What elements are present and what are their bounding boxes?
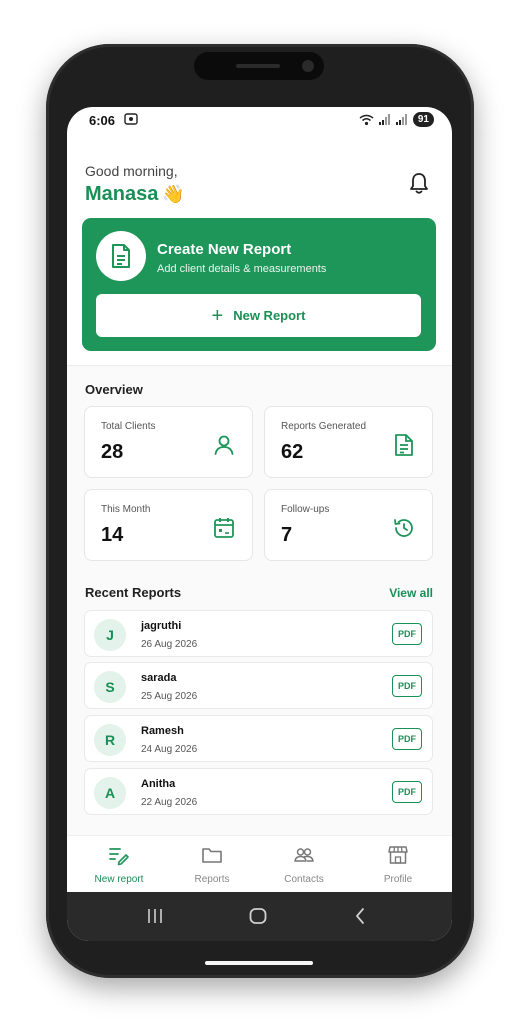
report-row[interactable]: R Ramesh 24 Aug 2026 PDF <box>84 715 433 762</box>
system-navigation-bar <box>67 892 452 941</box>
avatar: A <box>94 777 126 809</box>
report-row[interactable]: J jagruthi 26 Aug 2026 PDF <box>84 610 433 657</box>
home-indicator <box>205 961 313 965</box>
edit-list-icon <box>109 848 129 866</box>
status-bar: 6:06 91 <box>67 107 452 135</box>
stat-label: Follow-ups <box>281 504 330 515</box>
app-screen: 6:06 91 Good morning, Manasa 👋 Create Ne… <box>67 107 452 941</box>
avatar: J <box>94 619 126 651</box>
new-report-button[interactable]: + New Report <box>96 294 421 337</box>
signal-icon <box>378 114 390 125</box>
pdf-button[interactable]: PDF <box>392 623 422 645</box>
report-date: 24 Aug 2026 <box>141 744 198 755</box>
report-client-name: Anitha <box>141 778 176 790</box>
section-divider <box>67 365 452 366</box>
notification-bell-icon[interactable] <box>408 171 430 195</box>
pdf-button[interactable]: PDF <box>392 781 422 803</box>
create-report-card: Create New Report Add client details & m… <box>82 218 436 351</box>
nav-label: New report <box>94 874 144 885</box>
stat-label: This Month <box>101 504 151 515</box>
nav-item-reports[interactable]: Reports <box>167 844 257 885</box>
document-icon <box>112 244 130 268</box>
stat-value: 62 <box>281 441 304 463</box>
status-indicators: 91 <box>359 112 434 127</box>
stat-card-reports-generated[interactable]: Reports Generated 62 <box>264 406 433 478</box>
front-camera <box>302 60 314 72</box>
overview-title: Overview <box>85 382 143 397</box>
stat-value: 28 <box>101 441 124 463</box>
battery-level: 91 <box>412 112 434 127</box>
document-icon <box>395 434 413 456</box>
nav-item-contacts[interactable]: Contacts <box>259 844 349 885</box>
plus-icon: + <box>211 304 224 327</box>
nav-label: Reports <box>194 874 230 885</box>
avatar: R <box>94 724 126 756</box>
nav-item-new-report[interactable]: New report <box>74 844 164 885</box>
stat-card-follow-ups[interactable]: Follow-ups 7 <box>264 489 433 561</box>
report-date: 22 Aug 2026 <box>141 797 198 808</box>
user-icon <box>214 435 234 455</box>
pdf-button[interactable]: PDF <box>392 728 422 750</box>
pdf-button[interactable]: PDF <box>392 675 422 697</box>
create-report-icon-wrapper <box>96 231 146 281</box>
stat-card-total-clients[interactable]: Total Clients 28 <box>84 406 253 478</box>
report-date: 25 Aug 2026 <box>141 691 198 702</box>
report-row[interactable]: A Anitha 22 Aug 2026 PDF <box>84 768 433 815</box>
stat-card-this-month[interactable]: This Month 14 <box>84 489 253 561</box>
bottom-navigation: New report Reports Contacts Profile <box>67 835 452 892</box>
home-icon[interactable] <box>248 907 268 925</box>
stat-label: Total Clients <box>101 421 156 432</box>
nav-label: Contacts <box>284 874 324 885</box>
user-name-heading: Manasa 👋 <box>85 183 185 206</box>
screen-record-icon <box>124 113 138 125</box>
signal-icon-2 <box>395 114 407 125</box>
create-report-subtitle: Add client details & measurements <box>157 263 327 275</box>
stat-label: Reports Generated <box>281 421 367 432</box>
nav-label: Profile <box>383 874 413 885</box>
speaker-grille <box>236 64 280 68</box>
contacts-icon <box>294 848 314 862</box>
stat-value: 7 <box>281 524 293 546</box>
report-date: 26 Aug 2026 <box>141 639 198 650</box>
history-icon <box>394 519 413 537</box>
new-report-button-label: New Report <box>233 308 306 323</box>
wave-emoji: 👋 <box>162 184 185 204</box>
avatar: S <box>94 671 126 703</box>
user-name: Manasa <box>85 183 159 205</box>
greeting-text: Good morning, <box>85 163 178 179</box>
calendar-icon <box>214 518 234 538</box>
report-client-name: Ramesh <box>141 725 184 737</box>
view-all-link[interactable]: View all <box>389 586 433 600</box>
folder-icon <box>202 848 222 863</box>
create-report-title: Create New Report <box>157 241 292 258</box>
camera-notch <box>194 52 324 80</box>
wifi-icon <box>359 114 374 125</box>
back-icon[interactable] <box>353 907 367 925</box>
store-icon <box>388 846 408 864</box>
recent-apps-icon[interactable] <box>146 907 164 925</box>
report-client-name: jagruthi <box>141 620 182 632</box>
nav-item-profile[interactable]: Profile <box>353 844 443 885</box>
status-time: 6:06 <box>89 113 116 128</box>
stat-value: 14 <box>101 524 124 546</box>
recent-reports-title: Recent Reports <box>85 585 182 600</box>
report-row[interactable]: S sarada 25 Aug 2026 PDF <box>84 662 433 709</box>
report-client-name: sarada <box>141 672 177 684</box>
